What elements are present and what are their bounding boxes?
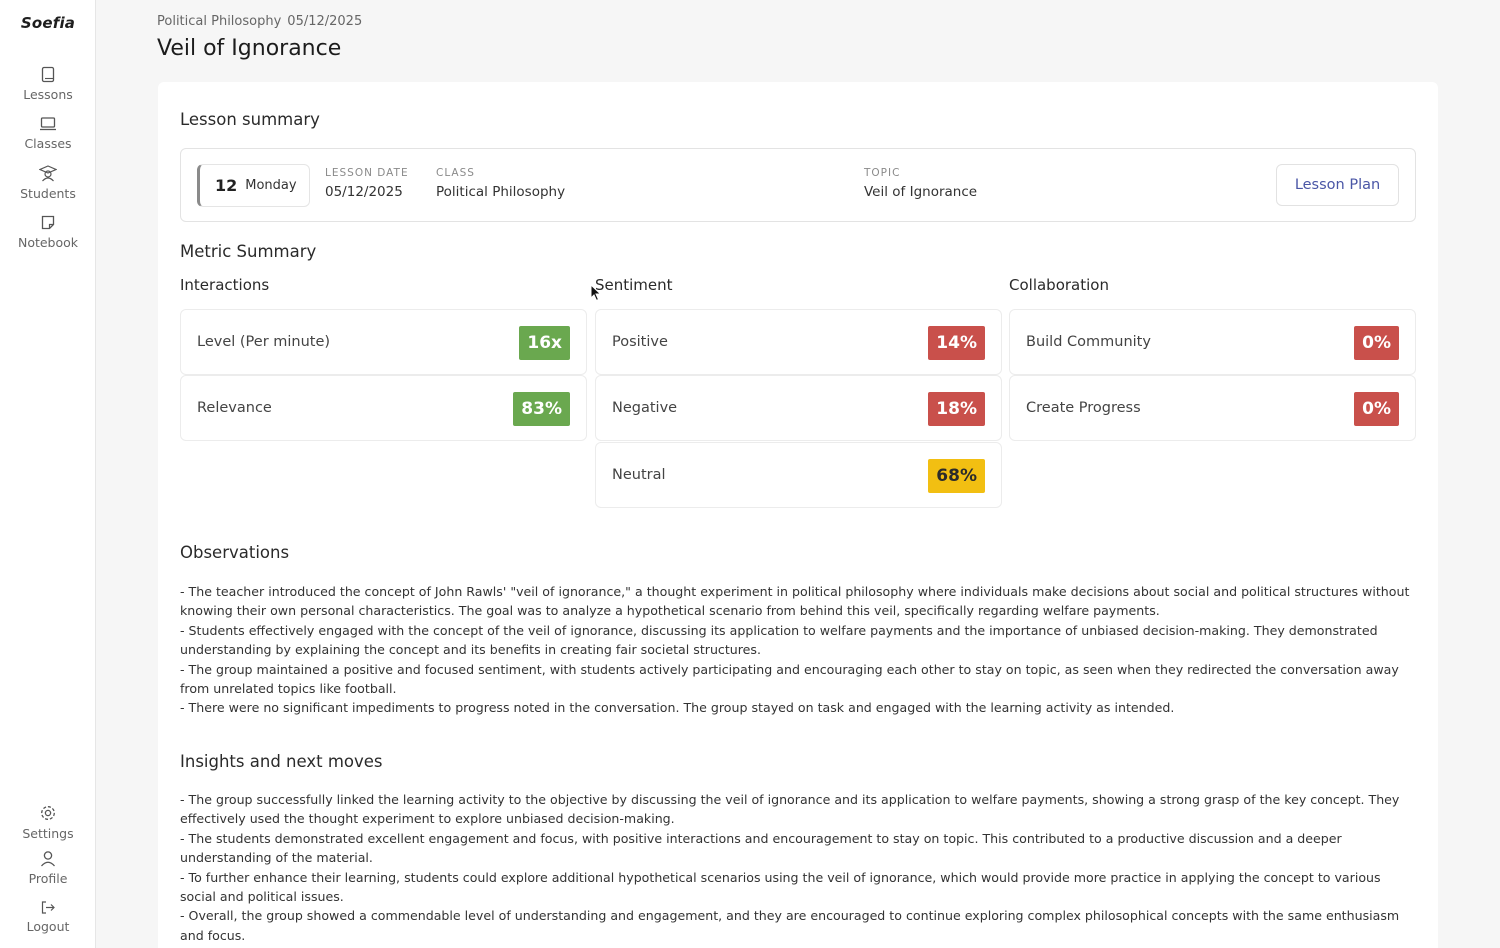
metric-value-badge: 18% xyxy=(928,392,985,426)
sidebar-item-label: Settings xyxy=(22,826,74,841)
app: Soefia Lessons Classes Students Notebook… xyxy=(0,0,1500,948)
insight-item: - To further enhance their learning, stu… xyxy=(180,869,1381,905)
weekday: Monday xyxy=(245,178,297,193)
lesson-summary-box: 12 Monday LESSON DATE 05/12/2025 CLASS P… xyxy=(180,148,1416,222)
metric-value-badge: 68% xyxy=(928,459,985,493)
metric-label: Relevance xyxy=(197,400,272,416)
sidebar-item-profile[interactable]: Profile xyxy=(0,850,96,886)
metric-positive: Positive 14% xyxy=(595,309,1002,375)
metric-label: Negative xyxy=(612,400,678,416)
lesson-plan-button[interactable]: Lesson Plan xyxy=(1276,164,1399,206)
observation-item: - The teacher introduced the concept of … xyxy=(180,584,1410,619)
metric-value-badge: 0% xyxy=(1354,326,1399,360)
topic-field: TOPIC Veil of Ignorance xyxy=(864,167,977,200)
students-icon xyxy=(39,165,57,182)
topic-value: Veil of Ignorance xyxy=(864,184,978,200)
observations-text: - The teacher introduced the concept of … xyxy=(180,582,1416,718)
insights-text: - The group successfully linked the lear… xyxy=(180,790,1416,945)
topic-label: TOPIC xyxy=(864,167,901,179)
observation-item: - There were no significant impediments … xyxy=(180,700,1175,716)
date-chip: 12 Monday xyxy=(197,164,310,207)
class-label: CLASS xyxy=(436,167,475,179)
metric-create-progress: Create Progress 0% xyxy=(1009,375,1416,441)
main-content: Political Philosophy 05/12/2025 Veil of I… xyxy=(96,0,1500,948)
lesson-date-field: LESSON DATE 05/12/2025 xyxy=(325,167,409,200)
book-icon xyxy=(41,66,55,83)
sidebar-item-label: Notebook xyxy=(17,235,79,250)
sentiment-title: Sentiment xyxy=(595,276,673,294)
gear-icon xyxy=(41,806,55,820)
metric-value-badge: 0% xyxy=(1354,392,1399,426)
logout-icon xyxy=(41,901,55,914)
sidebar-item-label: Logout xyxy=(26,919,70,934)
notebook-icon xyxy=(41,215,55,230)
sidebar-item-notebook[interactable]: Notebook xyxy=(0,214,96,250)
lesson-date-value: 05/12/2025 xyxy=(325,184,403,200)
sidebar-item-logout[interactable]: Logout xyxy=(0,900,96,934)
sidebar-item-settings[interactable]: Settings xyxy=(0,804,96,841)
insight-item: - The group successfully linked the lear… xyxy=(180,792,1400,827)
laptop-icon xyxy=(40,117,56,131)
sidebar-item-label: Students xyxy=(20,186,76,201)
sidebar-item-label: Classes xyxy=(24,136,72,151)
breadcrumb-class[interactable]: Political Philosophy xyxy=(157,14,281,29)
page-title: Veil of Ignorance xyxy=(157,36,342,61)
insight-item: - Overall, the group showed a commendabl… xyxy=(180,908,1400,943)
sidebar-item-label: Profile xyxy=(28,871,68,886)
insights-title: Insights and next moves xyxy=(180,752,383,771)
metric-relevance: Relevance 83% xyxy=(180,375,587,441)
interactions-title: Interactions xyxy=(180,276,270,294)
metric-label: Level (Per minute) xyxy=(197,334,331,350)
class-field: CLASS Political Philosophy xyxy=(436,167,565,200)
user-icon xyxy=(41,851,55,867)
metric-value-badge: 14% xyxy=(928,326,985,360)
metric-label: Neutral xyxy=(612,467,666,483)
insight-item: - The students demonstrated excellent en… xyxy=(180,830,1342,866)
mouse-cursor-icon xyxy=(590,284,602,302)
sidebar-item-label: Lessons xyxy=(23,87,73,102)
metric-negative: Negative 18% xyxy=(595,375,1002,441)
metric-summary-title: Metric Summary xyxy=(180,242,317,261)
metric-value-badge: 83% xyxy=(513,392,570,426)
sidebar-item-students[interactable]: Students xyxy=(0,165,96,201)
class-value: Political Philosophy xyxy=(436,184,566,200)
collaboration-title: Collaboration xyxy=(1009,276,1109,294)
metric-label: Positive xyxy=(612,334,668,350)
lesson-card: Lesson summary 12 Monday LESSON DATE 05/… xyxy=(158,82,1438,948)
observation-item: - The group maintained a positive and fo… xyxy=(180,661,1399,697)
sidebar: Soefia Lessons Classes Students Notebook… xyxy=(0,0,96,948)
lesson-summary-title: Lesson summary xyxy=(180,110,320,129)
observation-item: - Students effectively engaged with the … xyxy=(180,622,1378,658)
breadcrumb: Political Philosophy 05/12/2025 xyxy=(157,14,362,29)
sidebar-item-classes[interactable]: Classes xyxy=(0,116,96,151)
metric-neutral: Neutral 68% xyxy=(595,442,1002,508)
observations-title: Observations xyxy=(180,543,290,562)
sidebar-item-lessons[interactable]: Lessons xyxy=(0,66,96,102)
breadcrumb-date: 05/12/2025 xyxy=(287,14,363,29)
day-number: 12 xyxy=(215,176,238,195)
app-logo: Soefia xyxy=(20,14,76,32)
metric-label: Build Community xyxy=(1026,334,1151,350)
metric-value-badge: 16x xyxy=(519,326,570,360)
metric-build-community: Build Community 0% xyxy=(1009,309,1416,375)
metric-label: Create Progress xyxy=(1026,400,1141,416)
lesson-date-label: LESSON DATE xyxy=(325,167,409,179)
metric-level-per-minute: Level (Per minute) 16x xyxy=(180,309,587,375)
